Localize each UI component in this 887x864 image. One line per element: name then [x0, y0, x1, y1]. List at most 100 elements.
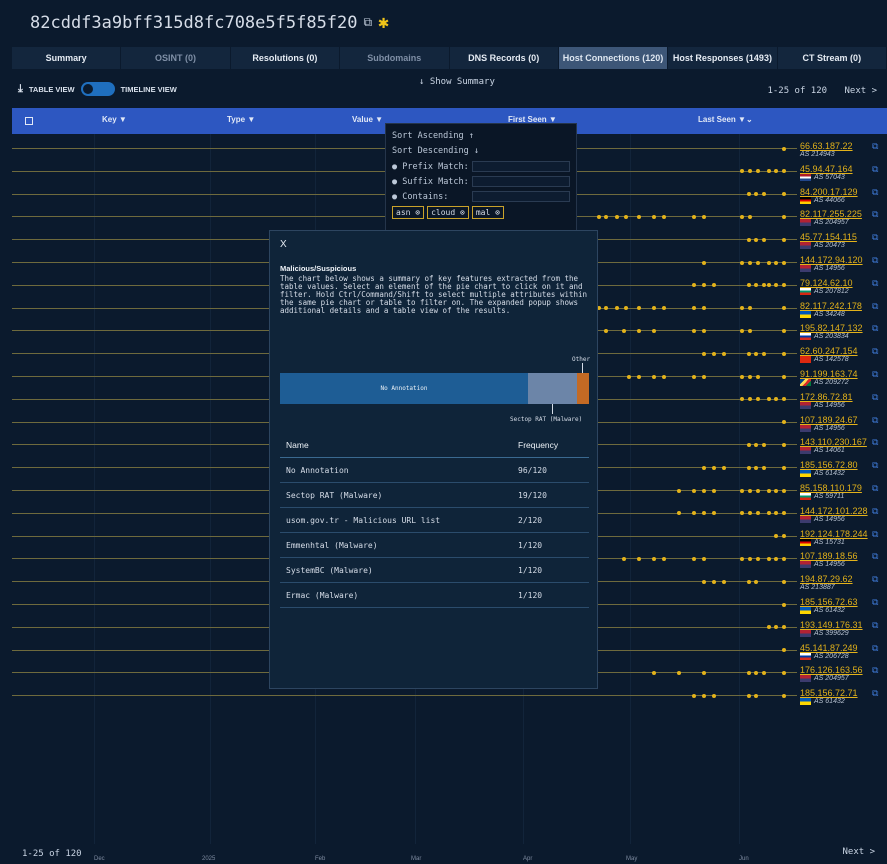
- timeline-event-dot[interactable]: [754, 465, 758, 470]
- copy-icon[interactable]: ⧉: [872, 392, 878, 403]
- timeline-event-dot[interactable]: [774, 169, 778, 174]
- timeline-event-dot[interactable]: [702, 328, 706, 333]
- timeline-event-dot[interactable]: [762, 283, 766, 288]
- timeline-event-dot[interactable]: [677, 488, 681, 493]
- host-ip-link[interactable]: 85.158.110.179: [800, 483, 862, 493]
- timeline-event-dot[interactable]: [740, 397, 744, 402]
- timeline-event-dot[interactable]: [774, 488, 778, 493]
- timeline-event-dot[interactable]: [712, 351, 716, 356]
- tab-3[interactable]: Subdomains: [340, 47, 450, 69]
- host-ip-link[interactable]: 195.82.147.132: [800, 323, 863, 333]
- host-ip-link[interactable]: 143.110.230.167: [800, 437, 867, 447]
- host-ip-link[interactable]: 172.86.72.81: [800, 392, 853, 402]
- view-toggle[interactable]: [80, 82, 115, 96]
- timeline-event-dot[interactable]: [782, 146, 786, 151]
- timeline-event-dot[interactable]: [748, 214, 752, 219]
- timeline-event-dot[interactable]: [637, 328, 641, 333]
- copy-icon[interactable]: ⧉: [872, 187, 878, 198]
- timeline-event-dot[interactable]: [748, 169, 752, 174]
- timeline-event-dot[interactable]: [740, 260, 744, 265]
- timeline-event-dot[interactable]: [782, 283, 786, 288]
- timeline-event-dot[interactable]: [615, 306, 619, 311]
- timeline-event-dot[interactable]: [782, 534, 786, 539]
- timeline-event-dot[interactable]: [702, 306, 706, 311]
- timeline-event-dot[interactable]: [774, 283, 778, 288]
- copy-icon[interactable]: ⧉: [364, 15, 373, 30]
- timeline-event-dot[interactable]: [624, 214, 628, 219]
- timeline-event-dot[interactable]: [652, 306, 656, 311]
- timeline-event-dot[interactable]: [722, 351, 726, 356]
- col-key[interactable]: Key ▼: [102, 115, 127, 124]
- timeline-event-dot[interactable]: [756, 374, 760, 379]
- timeline-event-dot[interactable]: [748, 306, 752, 311]
- host-ip-link[interactable]: 45.141.87.249: [800, 643, 858, 653]
- next-button-bottom[interactable]: Next >: [842, 847, 875, 857]
- tab-0[interactable]: Summary: [12, 47, 122, 69]
- copy-icon[interactable]: ⧉: [872, 483, 878, 494]
- table-row[interactable]: Emmenhtal (Malware) 1/120: [280, 533, 589, 558]
- star-icon[interactable]: ✱: [378, 12, 389, 33]
- copy-icon[interactable]: ⧉: [872, 369, 878, 380]
- timeline-event-dot[interactable]: [692, 214, 696, 219]
- timeline-event-dot[interactable]: [782, 625, 786, 630]
- copy-icon[interactable]: ⧉: [872, 301, 878, 312]
- timeline-event-dot[interactable]: [774, 556, 778, 561]
- timeline-event-dot[interactable]: [774, 625, 778, 630]
- timeline-event-dot[interactable]: [774, 397, 778, 402]
- timeline-event-dot[interactable]: [754, 670, 758, 675]
- timeline-event-dot[interactable]: [767, 397, 771, 402]
- select-all-checkbox[interactable]: [25, 117, 33, 125]
- timeline-event-dot[interactable]: [637, 374, 641, 379]
- contains-input[interactable]: [472, 191, 570, 202]
- timeline-event-dot[interactable]: [748, 374, 752, 379]
- timeline-event-dot[interactable]: [747, 670, 751, 675]
- timeline-event-dot[interactable]: [677, 511, 681, 516]
- copy-icon[interactable]: ⧉: [872, 529, 878, 540]
- filter-chip[interactable]: cloud ⊗: [427, 206, 469, 219]
- timeline-event-dot[interactable]: [702, 579, 706, 584]
- timeline-event-dot[interactable]: [762, 237, 766, 242]
- timeline-event-dot[interactable]: [624, 306, 628, 311]
- copy-icon[interactable]: ⧉: [872, 460, 878, 471]
- tab-2[interactable]: Resolutions (0): [231, 47, 341, 69]
- download-icon[interactable]: ⤓: [18, 83, 23, 96]
- timeline-event-dot[interactable]: [774, 260, 778, 265]
- timeline-event-dot[interactable]: [615, 214, 619, 219]
- timeline-event-dot[interactable]: [754, 192, 758, 197]
- timeline-event-dot[interactable]: [652, 214, 656, 219]
- timeline-event-dot[interactable]: [767, 260, 771, 265]
- tab-5[interactable]: Host Connections (120): [558, 47, 669, 69]
- timeline-event-dot[interactable]: [754, 579, 758, 584]
- timeline-event-dot[interactable]: [637, 214, 641, 219]
- timeline-event-dot[interactable]: [782, 579, 786, 584]
- timeline-event-dot[interactable]: [767, 283, 771, 288]
- host-ip-link[interactable]: 79.124.62.10: [800, 278, 853, 288]
- timeline-event-dot[interactable]: [756, 488, 760, 493]
- host-ip-link[interactable]: 82.117.242.178: [800, 301, 862, 311]
- timeline-event-dot[interactable]: [756, 169, 760, 174]
- copy-icon[interactable]: ⧉: [872, 620, 878, 631]
- timeline-event-dot[interactable]: [692, 511, 696, 516]
- timeline-event-dot[interactable]: [702, 283, 706, 288]
- timeline-event-dot[interactable]: [782, 420, 786, 425]
- timeline-event-dot[interactable]: [622, 556, 626, 561]
- host-ip-link[interactable]: 144.172.94.120: [800, 255, 863, 265]
- timeline-event-dot[interactable]: [754, 442, 758, 447]
- timeline-event-dot[interactable]: [782, 328, 786, 333]
- timeline-event-dot[interactable]: [702, 488, 706, 493]
- timeline-event-dot[interactable]: [774, 534, 778, 539]
- timeline-event-dot[interactable]: [702, 556, 706, 561]
- timeline-event-dot[interactable]: [748, 328, 752, 333]
- timeline-event-dot[interactable]: [604, 328, 608, 333]
- timeline-event-dot[interactable]: [782, 192, 786, 197]
- timeline-event-dot[interactable]: [622, 328, 626, 333]
- tab-4[interactable]: DNS Records (0): [450, 47, 559, 69]
- close-button[interactable]: X: [280, 239, 287, 250]
- next-button[interactable]: Next >: [844, 86, 877, 96]
- sort-ascending-option[interactable]: Sort Ascending ↑: [392, 131, 570, 141]
- tab-1[interactable]: OSINT (0): [121, 47, 231, 69]
- timeline-event-dot[interactable]: [782, 351, 786, 356]
- timeline-event-dot[interactable]: [754, 283, 758, 288]
- timeline-event-dot[interactable]: [774, 511, 778, 516]
- timeline-event-dot[interactable]: [748, 511, 752, 516]
